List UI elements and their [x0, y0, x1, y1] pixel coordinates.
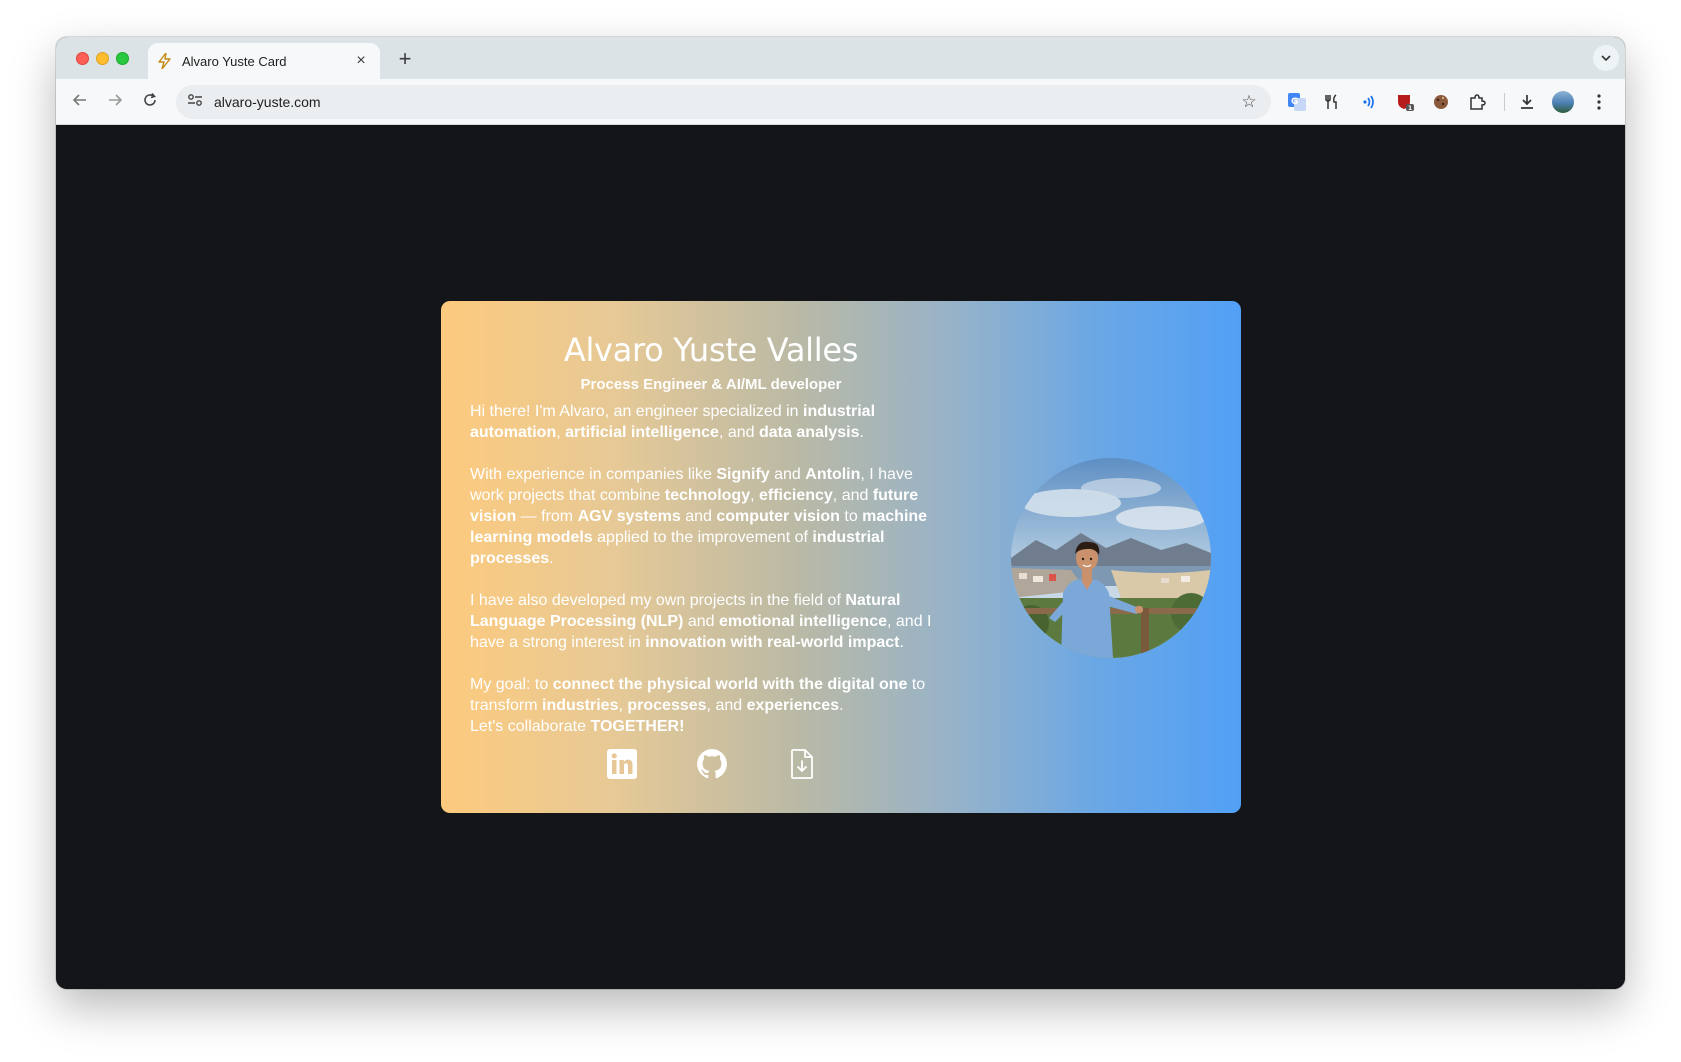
- close-window-button[interactable]: [76, 52, 89, 65]
- fork-knife-extension-icon[interactable]: [1322, 91, 1344, 113]
- translate-extension-icon[interactable]: G: [1286, 91, 1308, 113]
- bio-highlight: processes: [627, 697, 707, 714]
- bio-highlight: connect the physical world with the digi…: [552, 676, 908, 693]
- reload-icon: [144, 92, 156, 106]
- linkedin-icon[interactable]: [606, 748, 640, 782]
- bookmark-star-icon[interactable]: ☆: [1239, 92, 1259, 112]
- bio-text: .: [839, 697, 844, 714]
- github-icon[interactable]: [696, 748, 730, 782]
- bio-text: ,: [556, 424, 566, 441]
- svg-text:1: 1: [1408, 105, 1412, 112]
- page-viewport: Alvaro Yuste Valles Process Engineer & A…: [56, 125, 1625, 989]
- bio-text: applied to the improvement of: [592, 529, 813, 546]
- profile-bio: Hi there! I'm Alvaro, an engineer specia…: [470, 401, 950, 737]
- back-button[interactable]: [68, 90, 92, 114]
- bio-paragraph: Hi there! I'm Alvaro, an engineer specia…: [470, 401, 950, 443]
- bio-highlight: efficiency: [758, 487, 833, 504]
- bio-paragraph: My goal: to connect the physical world w…: [470, 674, 950, 737]
- bio-highlight: emotional intelligence: [718, 613, 887, 630]
- tab-search-button[interactable]: [1593, 45, 1619, 71]
- bio-highlight: Signify: [716, 466, 770, 483]
- profile-role: Process Engineer & AI/ML developer: [580, 376, 842, 393]
- minimize-window-button[interactable]: [96, 52, 109, 65]
- bio-highlight: Antolin: [805, 466, 861, 483]
- kebab-menu-icon[interactable]: [1588, 91, 1610, 113]
- maximize-window-button[interactable]: [116, 52, 129, 65]
- bio-text: , and: [718, 424, 759, 441]
- bio-text: — from: [516, 508, 578, 525]
- bio-text: ,: [750, 487, 759, 504]
- bio-text: to: [839, 508, 863, 525]
- bio-text: I have also developed my own projects in…: [470, 592, 846, 609]
- bio-text: .: [859, 424, 864, 441]
- bio-highlight: data analysis: [758, 424, 860, 441]
- arrow-right-icon: [109, 94, 123, 106]
- toolbar-separator: [1504, 93, 1505, 111]
- lightning-icon: [158, 52, 174, 70]
- reload-button[interactable]: [138, 90, 162, 114]
- url-text[interactable]: alvaro-yuste.com: [214, 94, 1239, 110]
- audio-extension-icon[interactable]: [1358, 91, 1380, 113]
- tab-active[interactable]: Alvaro Yuste Card ×: [148, 43, 380, 79]
- social-links: [606, 748, 906, 784]
- profile-avatar[interactable]: [1552, 91, 1574, 113]
- tab-title: Alvaro Yuste Card: [182, 53, 287, 69]
- cookie-extension-icon[interactable]: [1430, 91, 1452, 113]
- bio-highlight: TOGETHER!: [590, 718, 685, 735]
- profile-card: Alvaro Yuste Valles Process Engineer & A…: [441, 301, 1241, 813]
- bio-text: With experience in companies like: [470, 466, 717, 483]
- browser-window: Alvaro Yuste Card × + alvaro-yuste.com ☆…: [56, 37, 1625, 989]
- bio-text: .: [899, 634, 904, 651]
- bio-text: and: [680, 508, 717, 525]
- profile-photo: [1011, 458, 1211, 658]
- bio-paragraph: With experience in companies like Signif…: [470, 464, 950, 569]
- download-icon[interactable]: [1516, 91, 1538, 113]
- bio-highlight: experiences: [746, 697, 840, 714]
- tab-close-icon[interactable]: ×: [352, 52, 370, 70]
- site-settings-icon[interactable]: [186, 93, 204, 111]
- bio-highlight: AGV systems: [577, 508, 681, 525]
- arrow-left-icon: [72, 94, 86, 106]
- bio-paragraph: I have also developed my own projects in…: [470, 590, 950, 653]
- bio-text: My goal: to: [470, 676, 553, 693]
- forward-button[interactable]: [103, 90, 127, 114]
- profile-name: Alvaro Yuste Valles: [563, 331, 859, 369]
- bio-highlight: innovation with real-world impact: [645, 634, 900, 651]
- bio-highlight: computer vision: [716, 508, 840, 525]
- bio-text: Hi there! I'm Alvaro, an engineer specia…: [470, 403, 804, 420]
- bio-text: , and: [832, 487, 873, 504]
- bio-highlight: artificial intelligence: [565, 424, 719, 441]
- bio-highlight: industries: [542, 697, 619, 714]
- address-bar[interactable]: alvaro-yuste.com ☆: [176, 85, 1271, 119]
- new-tab-button[interactable]: +: [392, 46, 418, 72]
- puzzle-extensions-icon[interactable]: [1466, 91, 1488, 113]
- bio-text: and: [683, 613, 719, 630]
- bio-text: , and: [706, 697, 747, 714]
- chevron-down-icon: [1601, 55, 1611, 61]
- tab-strip: Alvaro Yuste Card × +: [56, 37, 1625, 79]
- bio-text: Let's collaborate: [470, 718, 591, 735]
- bio-text: and: [769, 466, 806, 483]
- shield-extension-icon[interactable]: 1: [1394, 91, 1416, 113]
- svg-text:G: G: [1291, 97, 1298, 107]
- download-cv-icon[interactable]: [786, 748, 820, 782]
- bio-highlight: technology: [664, 487, 751, 504]
- browser-toolbar: alvaro-yuste.com ☆ G 1: [56, 79, 1625, 125]
- bio-text: .: [549, 550, 554, 567]
